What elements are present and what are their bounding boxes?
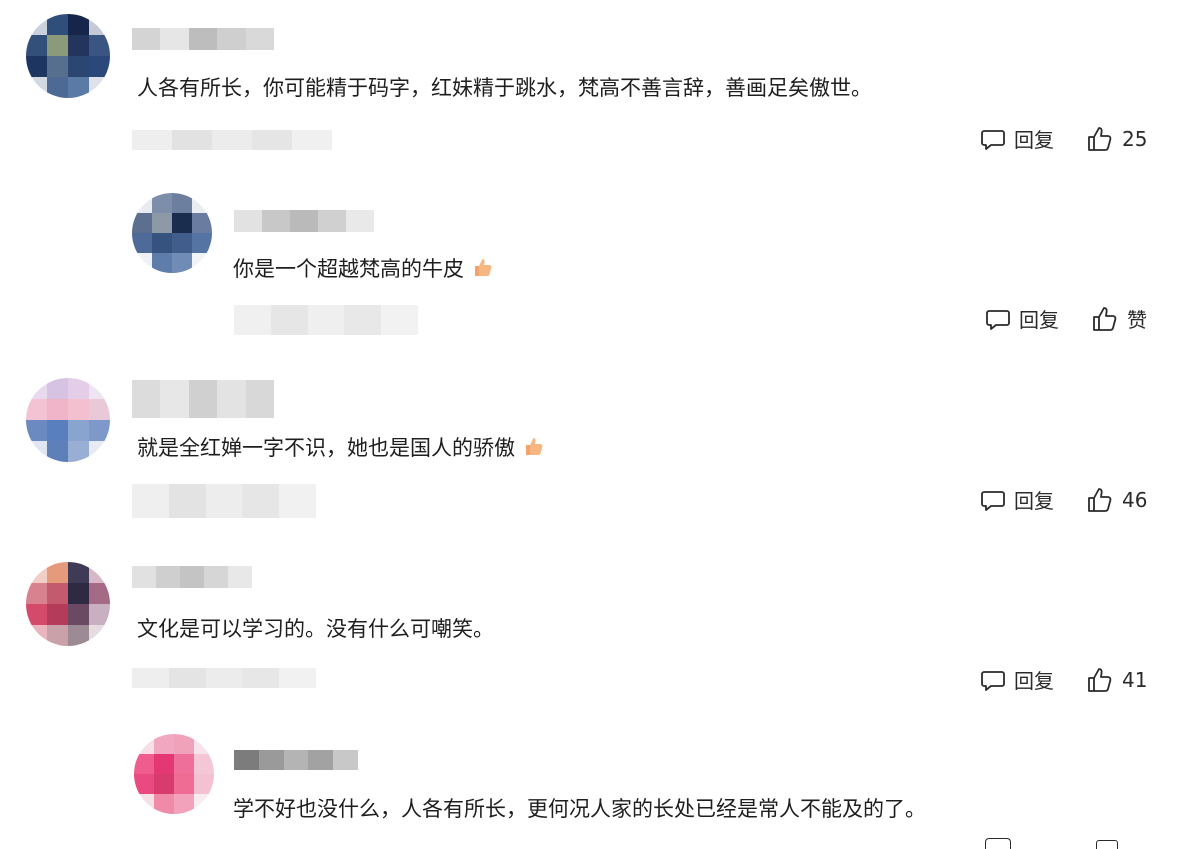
- reply-label: 回复: [1014, 128, 1054, 152]
- comment-text-content: 你是一个超越梵高的牛皮: [233, 257, 464, 281]
- comment-bubble-icon: [980, 487, 1006, 513]
- reply-button[interactable]: 回复: [980, 485, 1054, 514]
- username-blurred[interactable]: [234, 210, 374, 232]
- avatar[interactable]: [26, 14, 110, 98]
- username-blurred[interactable]: [132, 566, 252, 588]
- comment-actions: 回复 25: [980, 124, 1147, 153]
- timestamp-blurred: [132, 668, 316, 688]
- username-blurred[interactable]: [132, 28, 275, 50]
- action-stub: [985, 838, 1011, 849]
- comment-actions: 回复 41: [980, 665, 1147, 694]
- avatar[interactable]: [132, 193, 212, 273]
- avatar[interactable]: [26, 562, 110, 646]
- thumbs-up-icon: [1086, 666, 1114, 694]
- comment-bubble-icon: [980, 667, 1006, 693]
- reply-button[interactable]: 回复: [980, 665, 1054, 694]
- thumbs-up-emoji-icon: [521, 434, 545, 466]
- comment-bubble-icon: [980, 126, 1006, 152]
- timestamp-blurred: [234, 305, 418, 335]
- like-count: 41: [1122, 667, 1148, 692]
- timestamp-blurred: [132, 484, 316, 518]
- like-count: 46: [1122, 487, 1148, 512]
- reply-button[interactable]: 回复: [985, 304, 1059, 333]
- like-label: 赞: [1127, 308, 1147, 332]
- comment-actions: 回复 赞: [985, 304, 1147, 333]
- like-button[interactable]: 25: [1086, 125, 1147, 153]
- reply-label: 回复: [1014, 669, 1054, 693]
- timestamp-blurred: [132, 130, 332, 150]
- thumbs-up-icon: [1091, 305, 1119, 333]
- thumbs-up-icon: [1086, 486, 1114, 514]
- comment-bubble-icon: [985, 306, 1011, 332]
- avatar[interactable]: [134, 734, 214, 814]
- thumbs-up-icon: [1086, 125, 1114, 153]
- reply-button[interactable]: 回复: [980, 124, 1054, 153]
- comment-text-content: 就是全红婵一字不识，她也是国人的骄傲: [137, 436, 515, 460]
- reply-label: 回复: [1014, 489, 1054, 513]
- like-button[interactable]: 41: [1086, 666, 1147, 694]
- comment-text: 人各有所长，你可能精于码字，红妹精于跳水，梵高不善言辞，善画足矣傲世。: [137, 76, 872, 100]
- comment-text: 就是全红婵一字不识，她也是国人的骄傲: [137, 433, 545, 466]
- username-blurred[interactable]: [234, 750, 358, 770]
- like-count: 25: [1122, 126, 1148, 151]
- like-button[interactable]: 赞: [1091, 304, 1147, 333]
- comment-actions: 回复 46: [980, 485, 1147, 514]
- avatar[interactable]: [26, 378, 110, 462]
- action-stub: [1096, 840, 1118, 849]
- comment-text: 你是一个超越梵高的牛皮: [233, 254, 494, 287]
- reply-label: 回复: [1019, 308, 1059, 332]
- comment-text: 文化是可以学习的。没有什么可嘲笑。: [137, 617, 494, 641]
- thumbs-up-emoji-icon: [470, 255, 494, 287]
- like-button[interactable]: 46: [1086, 486, 1147, 514]
- username-blurred[interactable]: [132, 380, 275, 418]
- comment-text: 学不好也没什么，人各有所长，更何况人家的长处已经是常人不能及的了。: [233, 797, 926, 821]
